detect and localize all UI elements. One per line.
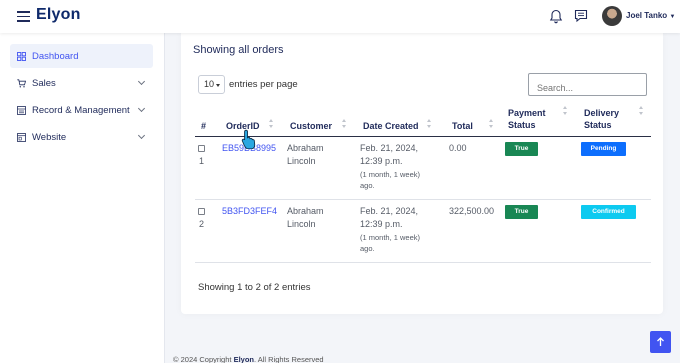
row-number: 2 bbox=[199, 219, 205, 229]
caret-down-icon: ▼ bbox=[669, 14, 676, 20]
col-header-num[interactable]: # bbox=[201, 120, 206, 132]
page-title: Showing all orders bbox=[193, 44, 284, 56]
customer-name: Abraham Lincoln bbox=[287, 205, 324, 230]
sidebar-item-sales[interactable]: Sales bbox=[10, 71, 153, 95]
order-total: 0.00 bbox=[449, 143, 467, 153]
customer-line: Lincoln bbox=[287, 155, 316, 166]
row-divider bbox=[195, 262, 651, 263]
top-navbar: Elyon Joel Tanko ▼ bbox=[0, 0, 680, 33]
relative-line: (1 month, 1 week) bbox=[360, 233, 421, 242]
date-line: 12:39 p.m. bbox=[360, 155, 403, 166]
payment-status-badge: True bbox=[505, 142, 538, 156]
cart-icon bbox=[17, 78, 26, 87]
user-menu[interactable]: Joel Tanko ▼ bbox=[626, 11, 675, 20]
date-line: Feb. 21, 2024, bbox=[360, 143, 419, 153]
sort-icon bbox=[489, 119, 494, 129]
payment-status-badge: True bbox=[505, 205, 538, 219]
arrow-up-icon bbox=[657, 337, 664, 346]
orders-card: Showing all orders 10 entries per page #… bbox=[181, 33, 663, 314]
chat-icon[interactable] bbox=[574, 9, 588, 23]
sidebar-item-website[interactable]: Website bbox=[10, 125, 153, 149]
relative-line: ago. bbox=[360, 181, 375, 190]
date-line: Feb. 21, 2024, bbox=[360, 206, 419, 216]
caret-down-icon bbox=[216, 84, 220, 87]
col-header-date-created[interactable]: Date Created bbox=[363, 120, 419, 132]
col-header-total[interactable]: Total bbox=[452, 120, 473, 132]
sort-icon bbox=[563, 106, 568, 116]
customer-name: Abraham Lincoln bbox=[287, 142, 324, 167]
customer-line: Lincoln bbox=[287, 218, 316, 229]
date-relative: (1 month, 1 week) ago. bbox=[360, 232, 420, 254]
grid-icon bbox=[17, 51, 26, 61]
order-id-link[interactable]: 5B3FD3FEF4 bbox=[222, 205, 277, 218]
delivery-status-badge: Confirmed bbox=[581, 205, 636, 219]
order-id-link[interactable]: EB59BB8995 bbox=[222, 142, 276, 155]
relative-line: ago. bbox=[360, 244, 375, 253]
sidebar-item-record-management[interactable]: Record & Management bbox=[10, 98, 153, 122]
copyright-brand: Elyon bbox=[233, 355, 254, 363]
col-header-payment-status[interactable]: Payment Status bbox=[508, 107, 546, 131]
hamburger-icon[interactable] bbox=[17, 11, 30, 22]
header-line: Delivery bbox=[584, 108, 620, 118]
customer-line: Abraham bbox=[287, 206, 324, 216]
chevron-down-icon bbox=[137, 77, 146, 86]
row-divider bbox=[195, 199, 651, 200]
row-checkbox[interactable] bbox=[198, 208, 205, 215]
col-header-customer[interactable]: Customer bbox=[290, 120, 332, 132]
copyright-suffix: . All Rights Reserved bbox=[253, 355, 324, 363]
header-line: Status bbox=[584, 120, 612, 130]
chevron-down-icon bbox=[137, 131, 146, 140]
relative-line: (1 month, 1 week) bbox=[360, 170, 421, 179]
search-input[interactable] bbox=[528, 73, 647, 96]
per-page-label: entries per page bbox=[229, 79, 298, 90]
copyright-prefix: © 2024 Copyright bbox=[173, 355, 234, 363]
brand-logo[interactable]: Elyon bbox=[36, 6, 81, 24]
bell-icon[interactable] bbox=[549, 9, 563, 24]
header-line: Payment bbox=[508, 108, 546, 118]
sidebar: Dashboard Sales Record & Management Webs… bbox=[0, 33, 165, 363]
per-page-value: 10 bbox=[204, 79, 215, 89]
sort-icon bbox=[427, 119, 432, 129]
sidebar-item-label: Dashboard bbox=[32, 50, 79, 62]
avatar[interactable] bbox=[602, 6, 622, 26]
entries-per-page-select[interactable]: 10 bbox=[198, 75, 225, 94]
sidebar-item-label: Website bbox=[32, 131, 67, 143]
order-total: 322,500.00 bbox=[449, 206, 495, 216]
records-icon bbox=[17, 105, 26, 115]
row-checkbox[interactable] bbox=[198, 145, 205, 152]
date-created: Feb. 21, 2024, 12:39 p.m. bbox=[360, 142, 418, 167]
copyright-text: © 2024 Copyright Elyon. All Rights Reser… bbox=[173, 355, 324, 363]
customer-line: Abraham bbox=[287, 143, 324, 153]
date-created: Feb. 21, 2024, 12:39 p.m. bbox=[360, 205, 418, 230]
col-header-order-id[interactable]: OrderID bbox=[226, 120, 260, 132]
sidebar-item-dashboard[interactable]: Dashboard bbox=[10, 44, 153, 68]
sort-icon bbox=[639, 106, 644, 116]
sidebar-item-label: Sales bbox=[32, 77, 56, 89]
chevron-down-icon bbox=[137, 104, 146, 113]
date-relative: (1 month, 1 week) ago. bbox=[360, 169, 420, 191]
col-header-delivery-status[interactable]: Delivery Status bbox=[584, 107, 619, 131]
user-name: Joel Tanko bbox=[626, 11, 668, 20]
sort-icon bbox=[342, 119, 347, 129]
pagination-info: Showing 1 to 2 of 2 entries bbox=[198, 282, 311, 293]
delivery-status-badge: Pending bbox=[581, 142, 626, 156]
row-number: 1 bbox=[199, 156, 205, 166]
website-icon bbox=[17, 132, 26, 142]
header-line: Status bbox=[508, 120, 536, 130]
table-header-divider bbox=[195, 136, 651, 137]
sidebar-item-label: Record & Management bbox=[32, 104, 130, 116]
sort-icon bbox=[269, 119, 274, 129]
back-to-top-button[interactable] bbox=[650, 331, 671, 353]
date-line: 12:39 p.m. bbox=[360, 218, 403, 229]
